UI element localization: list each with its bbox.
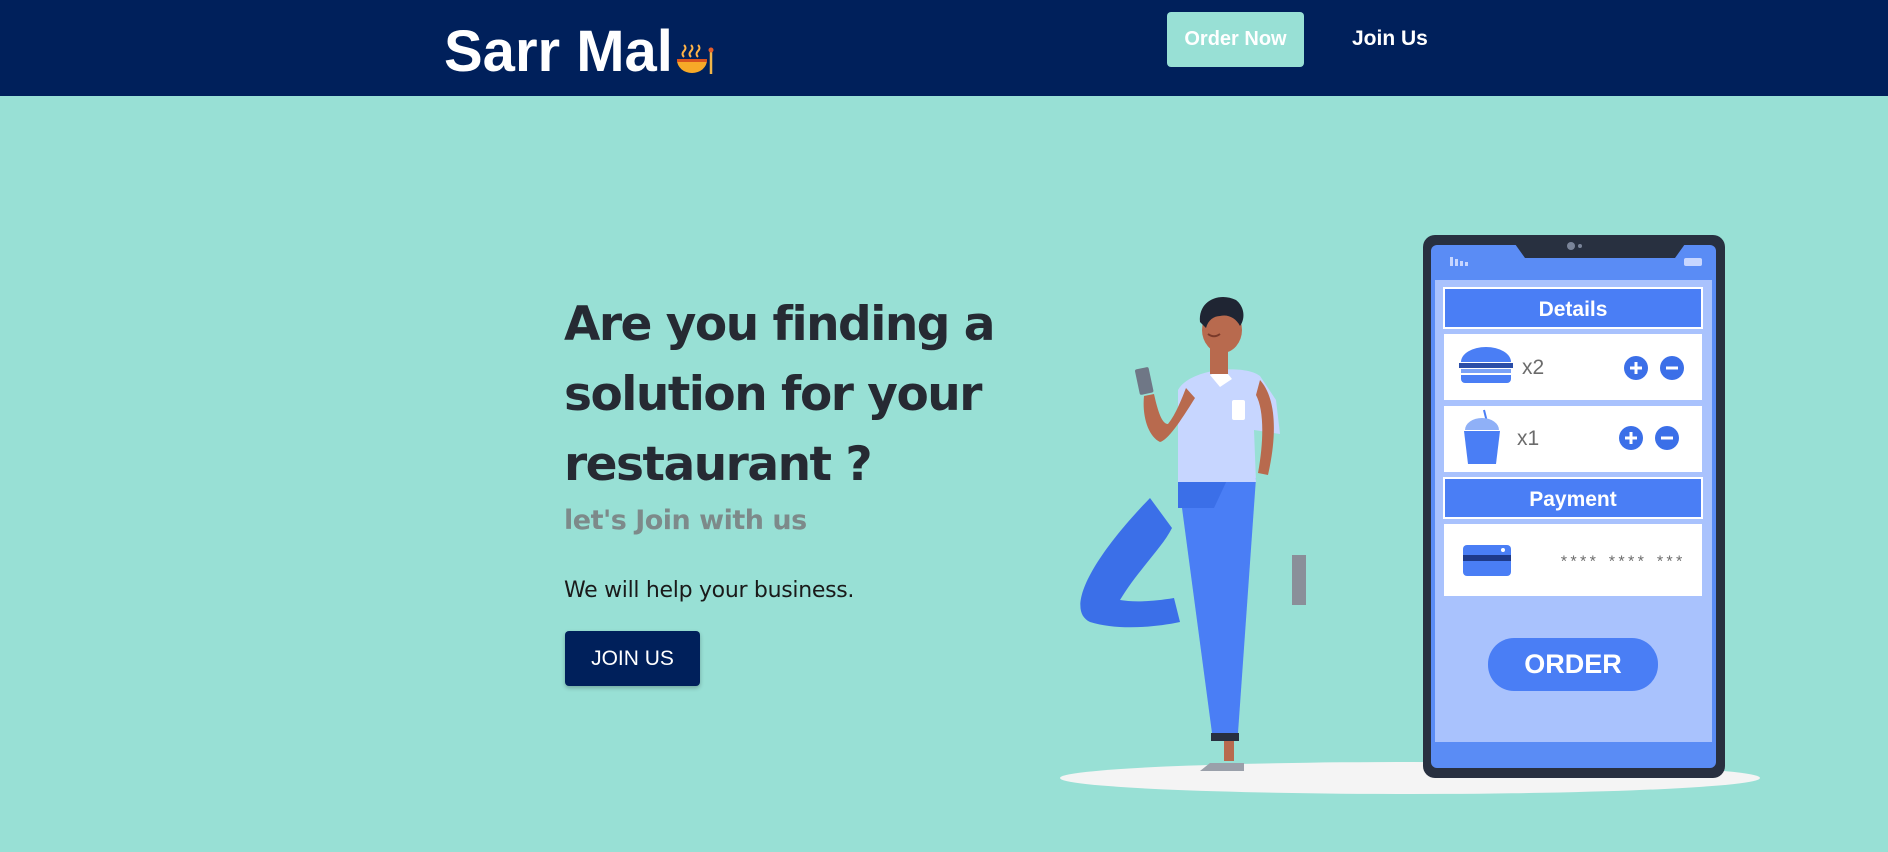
order-label: ORDER xyxy=(1524,649,1622,679)
brand-logo[interactable]: Sarr Mal xyxy=(444,14,717,90)
minus-icon xyxy=(1655,426,1679,450)
minus-icon xyxy=(1660,356,1684,380)
burger-icon xyxy=(1459,347,1513,383)
plus-icon xyxy=(1624,356,1648,380)
illustration: Details x2 x1 Payment **** **** *** ORDE… xyxy=(1060,235,1760,794)
payment-label: Payment xyxy=(1529,488,1617,511)
item1-quantity: x2 xyxy=(1522,356,1544,379)
noodle-bowl-icon xyxy=(675,24,717,90)
credit-card-icon xyxy=(1463,545,1511,576)
phone-mockup: Details x2 x1 Payment **** **** *** ORDE… xyxy=(1423,235,1725,778)
order-now-button[interactable]: Order Now xyxy=(1167,12,1304,67)
card-number: **** **** *** xyxy=(1559,554,1684,572)
brand-name: Sarr Mal xyxy=(444,19,673,84)
person-figure xyxy=(1080,296,1306,771)
hero-text: We will help your business. xyxy=(564,578,855,603)
details-label: Details xyxy=(1539,298,1608,321)
plus-icon xyxy=(1619,426,1643,450)
hero-subtitle: let's Join with us xyxy=(564,505,807,536)
nav-join-us-link[interactable]: Join Us xyxy=(1352,24,1428,54)
navbar: Sarr Mal Order Now Join Us xyxy=(0,0,1888,96)
hero-title: Are you finding a solution for your rest… xyxy=(564,297,996,492)
item2-quantity: x1 xyxy=(1517,427,1539,450)
join-us-button[interactable]: JOIN US xyxy=(565,631,700,686)
